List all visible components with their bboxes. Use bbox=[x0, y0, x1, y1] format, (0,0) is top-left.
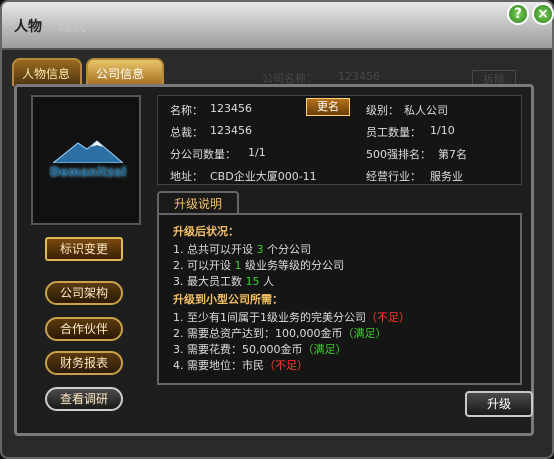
branch-value: 1/1 bbox=[248, 146, 266, 159]
level-value: 私人公司 bbox=[404, 104, 448, 117]
ceo-value: 123456 bbox=[210, 124, 252, 137]
staff-label: 员工数量： bbox=[366, 126, 421, 139]
logo-text: Demanitzal bbox=[49, 165, 127, 179]
partners-button[interactable]: 合作伙伴 bbox=[45, 317, 123, 341]
view-research-button[interactable]: 查看调研 bbox=[45, 387, 123, 411]
rename-button[interactable]: 更名 bbox=[306, 98, 350, 116]
company-info-box: 名称： 123456 更名 级别： 私人公司 总裁： 123456 员工数量： … bbox=[157, 95, 522, 185]
window-title: 人物 bbox=[14, 19, 42, 35]
name-label: 名称： bbox=[170, 104, 203, 117]
upgrade-info-box: 升级后状况： 1. 总共可以开设 3 个分公司 2. 可以开设 1 级业务等级的… bbox=[157, 213, 522, 385]
industry-value: 服务业 bbox=[430, 170, 463, 183]
requirement-item: 1. 至少有1间属于1级业务的完美分公司（不足） bbox=[173, 311, 410, 324]
after-item: 2. 可以开设 1 级业务等级的分公司 bbox=[173, 259, 344, 272]
rank-label: 500强排名： bbox=[366, 148, 431, 161]
ghost-company-name-value: 123456 bbox=[338, 70, 380, 83]
after-item: 3. 最大员工数 15 人 bbox=[173, 275, 274, 288]
company-structure-button[interactable]: 公司架构 bbox=[45, 281, 123, 305]
mountain-icon bbox=[53, 140, 123, 163]
staff-value: 1/10 bbox=[430, 124, 455, 137]
tab-company-info[interactable]: 公司信息 bbox=[86, 58, 164, 86]
requirement-item: 3. 需要花费：50,000金币（满足） bbox=[173, 343, 347, 356]
after-item: 1. 总共可以开设 3 个分公司 bbox=[173, 243, 311, 256]
tab-person-info[interactable]: 人物信息 bbox=[12, 58, 82, 86]
rank-value: 第7名 bbox=[438, 148, 467, 161]
help-button[interactable]: ? bbox=[507, 3, 529, 25]
window-ghost-title: 成就 bbox=[58, 19, 86, 35]
requirement-header: 升级到小型公司所需： bbox=[173, 293, 283, 306]
change-logo-button[interactable]: 标识变更 bbox=[45, 237, 123, 261]
level-label: 级别： bbox=[366, 104, 399, 117]
requirement-item: 2. 需要总资产达到：100,000金币（满足） bbox=[173, 327, 387, 340]
requirement-item: 4. 需要地位：市民（不足） bbox=[173, 359, 308, 372]
ceo-label: 总裁： bbox=[170, 126, 203, 139]
company-info-panel: Demanitzal 标识变更 公司架构 合作伙伴 财务报表 查看调研 名称： … bbox=[14, 84, 534, 436]
name-value: 123456 bbox=[210, 102, 252, 115]
company-window: 人物 成就 ? × 公司名称： 123456 拆除 人物信息 公司信息 Dema… bbox=[0, 0, 554, 459]
address-value: CBD企业大厦000-11 bbox=[210, 170, 317, 183]
title-bar: 人物 成就 ? × bbox=[2, 2, 554, 50]
upgrade-button[interactable]: 升级 bbox=[465, 391, 533, 417]
after-upgrade-header: 升级后状况： bbox=[173, 225, 239, 238]
company-logo: Demanitzal bbox=[31, 95, 141, 225]
close-button[interactable]: × bbox=[532, 3, 554, 25]
branch-label: 分公司数量： bbox=[170, 148, 236, 161]
tab-upgrade-info[interactable]: 升级说明 bbox=[157, 191, 239, 215]
industry-label: 经营行业： bbox=[366, 170, 421, 183]
financial-report-button[interactable]: 财务报表 bbox=[45, 351, 123, 375]
address-label: 地址： bbox=[170, 170, 203, 183]
